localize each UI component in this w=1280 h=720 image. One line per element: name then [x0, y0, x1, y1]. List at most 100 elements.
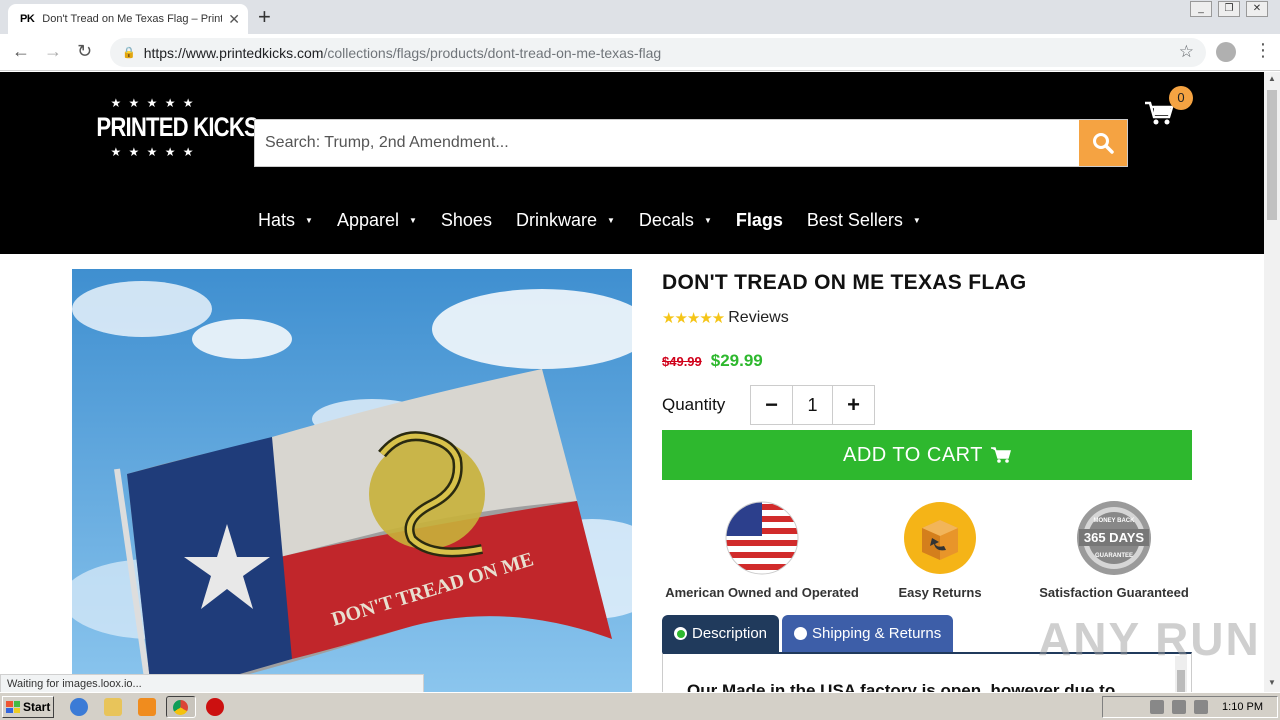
opera-icon[interactable]	[206, 698, 224, 716]
page-viewport: ★ ★ ★ ★ ★ PRINTED KICKS ★ ★ ★ ★ ★ 0 Hats…	[0, 72, 1264, 692]
media-player-icon[interactable]	[138, 698, 156, 716]
search-icon	[1093, 133, 1114, 154]
radio-selected-icon	[674, 627, 687, 640]
scroll-up-icon[interactable]: ▲	[1268, 74, 1276, 83]
cart-icon	[990, 447, 1011, 463]
nav-item-label: Apparel	[336, 210, 399, 230]
product-rating[interactable]: ★★★★★ Reviews	[662, 309, 789, 327]
365-days-seal-icon: 365 DAYS MONEY BACK GUARANTEE	[1077, 501, 1151, 575]
tab-label: Description	[692, 625, 768, 642]
add-to-cart-label: ADD TO CART	[843, 443, 983, 466]
flag-icon[interactable]	[1194, 700, 1209, 714]
tab-title: Don't Tread on Me Texas Flag – Printed K…	[42, 13, 223, 25]
description-text: Our Made in the USA factory is open, how…	[687, 681, 1116, 692]
usa-flag-icon	[725, 501, 799, 575]
volume-icon[interactable]	[1172, 700, 1187, 714]
svg-text:MONEY BACK: MONEY BACK	[1094, 518, 1136, 524]
nav-item-shoes[interactable]: Shoes	[441, 210, 492, 231]
nav-item-hats[interactable]: Hats ▼	[258, 210, 313, 231]
logo-stars-bottom: ★ ★ ★ ★ ★	[110, 145, 196, 159]
window-controls: _ ❐ ✕	[1190, 0, 1268, 17]
chrome-taskbar-button[interactable]	[166, 696, 196, 718]
nav-item-best-sellers[interactable]: Best Sellers ▼	[807, 210, 921, 231]
new-tab-icon[interactable]: +	[258, 4, 271, 30]
nav-item-apparel[interactable]: Apparel ▼	[337, 210, 417, 231]
ie-icon[interactable]	[70, 698, 88, 716]
add-to-cart-button[interactable]: ADD TO CART	[662, 430, 1192, 480]
browser-tab[interactable]: PK Don't Tread on Me Texas Flag – Printe…	[8, 4, 248, 34]
nav-item-label: Shoes	[440, 210, 492, 230]
compare-at-price: $49.99	[662, 354, 702, 369]
restore-icon[interactable]: ❐	[1218, 1, 1240, 17]
clock: 1:10 PM	[1222, 701, 1263, 713]
caret-down-icon: ▼	[912, 216, 921, 225]
badge-label: Easy Returns	[898, 585, 982, 600]
os-taskbar: Start 1:10 PM	[0, 692, 1280, 720]
chrome-icon	[173, 700, 188, 715]
network-icon[interactable]	[1150, 700, 1165, 714]
sale-price: $29.99	[710, 351, 763, 370]
browser-toolbar: ← → ↻ 🔒 https://www.printedkicks.com/col…	[0, 34, 1280, 71]
badge-easy-returns: Easy Returns	[890, 500, 990, 600]
lock-icon: 🔒	[122, 47, 136, 59]
radio-unselected-icon	[794, 627, 808, 640]
scrollbar-thumb[interactable]	[1267, 90, 1277, 220]
quantity-input[interactable]: 1	[792, 386, 833, 424]
tab-label: Shipping & Returns	[812, 625, 942, 642]
start-button[interactable]: Start	[2, 696, 54, 718]
tab-description[interactable]: Description	[662, 615, 780, 652]
quantity-increase-button[interactable]: +	[833, 386, 874, 424]
nav-item-label: Flags	[735, 210, 783, 230]
badge-satisfaction: 365 DAYS MONEY BACK GUARANTEE Satisfacti…	[1036, 500, 1192, 600]
product-title: DON'T TREAD ON ME TEXAS FLAG	[662, 271, 1027, 294]
browser-status-bar: Waiting for images.loox.io...	[0, 674, 424, 692]
nav-item-flags[interactable]: Flags	[736, 210, 783, 231]
back-icon[interactable]: ←	[12, 41, 30, 62]
product-image[interactable]: DON'T TREAD ON ME	[72, 269, 632, 692]
cart-count-badge[interactable]: 0	[1169, 86, 1193, 110]
window-close-icon[interactable]: ✕	[1246, 1, 1268, 17]
reviews-link[interactable]: Reviews	[728, 309, 788, 327]
minimize-icon[interactable]: _	[1190, 1, 1212, 17]
scroll-down-icon[interactable]: ▼	[1268, 678, 1276, 687]
nav-item-drinkware[interactable]: Drinkware ▼	[516, 210, 615, 231]
anyrun-watermark: ANY RUN	[1038, 613, 1261, 665]
box-return-icon	[904, 502, 976, 574]
caret-down-icon: ▼	[408, 216, 417, 225]
browser-menu-icon[interactable]: ⋮	[1254, 40, 1272, 61]
cart-icon	[1145, 101, 1174, 125]
caret-down-icon: ▼	[606, 216, 615, 225]
address-bar[interactable]: 🔒 https://www.printedkicks.com/collectio…	[110, 38, 1206, 67]
site-favicon: PK	[20, 13, 35, 25]
bookmark-star-icon[interactable]: ☆	[1179, 42, 1194, 62]
site-header: ★ ★ ★ ★ ★ PRINTED KICKS ★ ★ ★ ★ ★ 0 Hats…	[0, 72, 1264, 254]
reload-icon[interactable]: ↻	[77, 41, 92, 62]
cart-button[interactable]	[1144, 100, 1174, 133]
badge-american-owned: American Owned and Operated	[662, 500, 862, 600]
caret-down-icon: ▼	[305, 216, 313, 225]
search-button[interactable]	[1079, 120, 1127, 166]
search-input[interactable]	[255, 120, 1075, 166]
product-tabs: Description Shipping & Returns	[662, 615, 956, 652]
logo-text: PRINTED KICKS	[96, 112, 258, 142]
quantity-stepper: − 1 +	[750, 385, 875, 425]
profile-avatar[interactable]	[1216, 42, 1236, 62]
system-tray: 1:10 PM	[1102, 696, 1278, 718]
texas-flag-image: DON'T TREAD ON ME	[72, 269, 632, 692]
explorer-folder-icon[interactable]	[104, 698, 122, 716]
url-text[interactable]: https://www.printedkicks.com/collections…	[144, 45, 661, 61]
forward-icon[interactable]: →	[44, 41, 62, 62]
page-scrollbar[interactable]: ▲ ▼	[1264, 72, 1280, 692]
badge-label: Satisfaction Guaranteed	[1039, 585, 1189, 600]
quantity-decrease-button[interactable]: −	[751, 386, 792, 424]
product-price: $49.99 $29.99	[662, 351, 763, 371]
search-box	[254, 119, 1128, 167]
windows-logo-icon	[6, 701, 20, 713]
tab-close-icon[interactable]: ✕	[228, 11, 240, 28]
rating-stars-icon: ★★★★★	[662, 310, 725, 327]
main-nav: Hats ▼ Apparel ▼ Shoes Drinkware ▼ Decals ▼ Flags…	[258, 210, 945, 231]
nav-item-decals[interactable]: Decals ▼	[639, 210, 712, 231]
tab-shipping-returns[interactable]: Shipping & Returns	[782, 615, 954, 652]
site-logo[interactable]: ★ ★ ★ ★ ★ PRINTED KICKS ★ ★ ★ ★ ★	[84, 96, 258, 182]
badge-label: American Owned and Operated	[665, 585, 859, 600]
